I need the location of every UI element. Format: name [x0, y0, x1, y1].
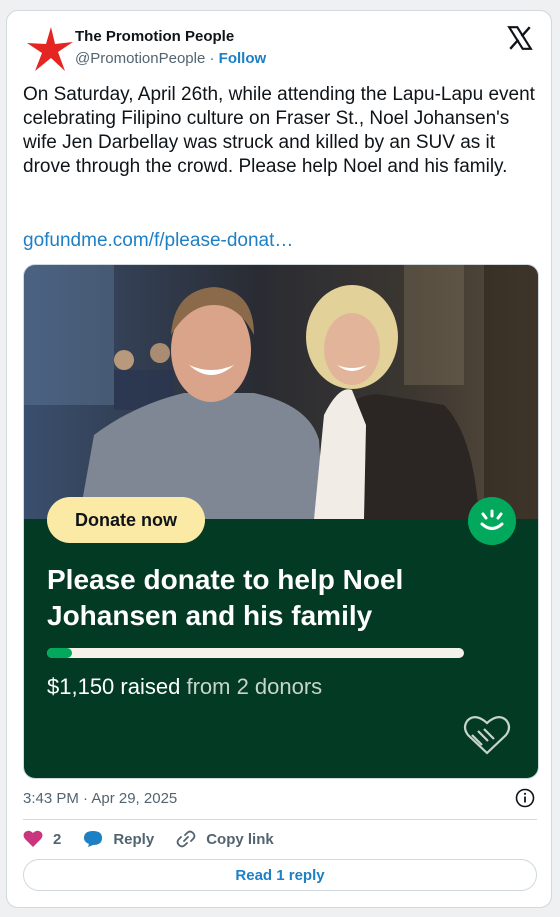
- gofundme-logo-icon: [468, 497, 516, 545]
- read-replies-button[interactable]: Read 1 reply: [23, 859, 537, 891]
- donation-progress-fill: [47, 648, 73, 658]
- copy-link-label: Copy link: [206, 830, 274, 848]
- info-icon[interactable]: [515, 788, 535, 808]
- tweet-link[interactable]: gofundme.com/f/please-donat…: [23, 230, 293, 252]
- tweet-card: The Promotion People @PromotionPeople · …: [6, 10, 552, 908]
- campaign-title: Please donate to help Noel Johansen and …: [47, 564, 404, 631]
- x-logo-icon[interactable]: [507, 25, 533, 51]
- reply-button[interactable]: Reply: [83, 830, 154, 848]
- reply-label: Reply: [113, 830, 155, 848]
- copy-link-button[interactable]: Copy link: [176, 830, 274, 848]
- divider: [23, 819, 537, 820]
- star-avatar-icon[interactable]: [25, 25, 75, 75]
- follow-button[interactable]: Follow: [219, 50, 267, 67]
- raised-donors: from 2 donors: [186, 674, 323, 699]
- action-bar: 2 Reply Copy link: [23, 829, 296, 849]
- reply-bubble-icon: [84, 831, 103, 847]
- handshake-heart-icon: [463, 716, 511, 755]
- tweet-text: On Saturday, April 26th, while attending…: [23, 84, 535, 177]
- author-handle-row: @PromotionPeople · Follow: [75, 50, 266, 67]
- heart-icon: [23, 830, 43, 847]
- campaign-photo: [24, 265, 538, 519]
- separator: ·: [209, 50, 215, 67]
- donate-now-button[interactable]: Donate now: [47, 497, 205, 543]
- like-button[interactable]: 2: [23, 830, 61, 848]
- gofundme-card[interactable]: Donate now Please donate to help Noel Jo…: [23, 264, 539, 779]
- raised-amount: $1,150 raised: [47, 674, 181, 699]
- author-name[interactable]: The Promotion People: [75, 28, 234, 45]
- donation-progress-bar: [47, 648, 464, 658]
- like-count: 2: [53, 830, 62, 848]
- raised-summary: $1,150 raised from 2 donors: [47, 674, 322, 700]
- tweet-timestamp[interactable]: 3:43 PM · Apr 29, 2025: [23, 790, 177, 807]
- link-icon: [176, 830, 196, 848]
- author-handle[interactable]: @PromotionPeople: [75, 50, 205, 67]
